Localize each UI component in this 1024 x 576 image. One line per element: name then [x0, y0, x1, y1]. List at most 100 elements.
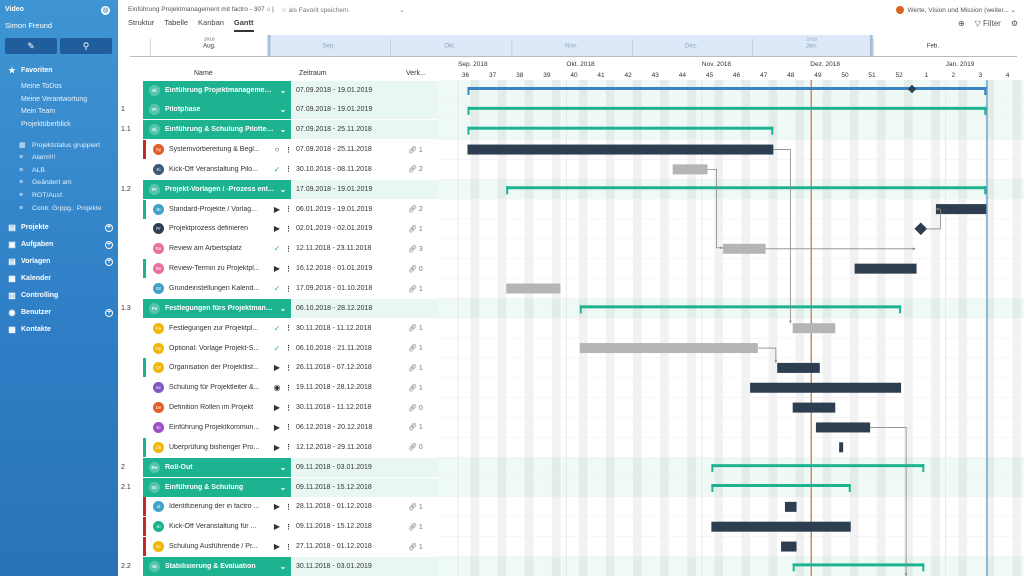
- task-name-cell[interactable]: Sy Systemvorbereitung & Begl... ○ ⋮: [143, 140, 292, 159]
- add-icon[interactable]: +: [105, 257, 113, 266]
- search-button[interactable]: ⚲: [60, 38, 112, 54]
- link-count[interactable]: 🔗︎ 1: [408, 543, 423, 551]
- task-name-cell[interactable]: Ki Kick-Off Veranstaltung Pilo... ✓ ⋮: [143, 160, 292, 179]
- table-row[interactable]: De Definition Rollen im Projekt ▶ ⋮ 30.11.20…: [118, 398, 438, 418]
- task-name-cell[interactable]: De Definition Rollen im Projekt ▶ ⋮: [143, 398, 292, 417]
- more-options-icon[interactable]: ⋮: [285, 265, 292, 273]
- table-row[interactable]: Op Optional: Vorlage Projekt-S... ✓ ⋮ 06.10.…: [118, 338, 438, 358]
- chevron-down-icon[interactable]: ⌄: [275, 105, 291, 114]
- link-count[interactable]: 🔗︎ 0: [408, 404, 423, 412]
- task-name-cell[interactable]: St Standard-Projekte / Vorlag... ▶ ⋮: [143, 200, 292, 219]
- sidebar-favorite-item[interactable]: Mein Team: [21, 108, 55, 115]
- link-count[interactable]: 🔗︎ 1: [408, 324, 423, 332]
- chevron-down-icon[interactable]: ⌄: [275, 463, 291, 472]
- chevron-down-icon[interactable]: ⌄: [275, 562, 291, 571]
- table-row[interactable]: Ei Einführung Projektkommun... ▶ ⋮ 06.12.201…: [118, 417, 438, 437]
- add-icon[interactable]: +: [105, 308, 113, 317]
- gantt-bar-group[interactable]: [711, 464, 925, 468]
- table-row[interactable]: Sc Schulung Ausführende / Pr... ▶ ⋮ 27.11.20…: [118, 537, 438, 557]
- sidebar-section-vorlagen[interactable]: ▤ Vorlagen +: [7, 257, 113, 266]
- play-icon[interactable]: ▶: [269, 522, 285, 531]
- timeline-handle-left[interactable]: [267, 35, 271, 56]
- sidebar-saved-view[interactable]: ▦ Projektstatus gruppiert: [19, 141, 100, 150]
- table-row[interactable]: 1.1 Ei Einführung & Schulung Pilotteam ⌄ 07.…: [118, 120, 438, 140]
- task-name-cell[interactable]: Üb Überprüfung bisheriger Pro... ▶ ⋮: [143, 438, 292, 457]
- sidebar-section-benutzer[interactable]: ◉ Benutzer +: [7, 308, 113, 317]
- done-check-icon[interactable]: ✓: [269, 284, 285, 293]
- tab-kanban[interactable]: Kanban: [198, 18, 224, 32]
- gantt-bar-group[interactable]: [467, 126, 774, 130]
- link-count[interactable]: 🔗︎ 2: [408, 205, 423, 213]
- table-row[interactable]: Re Review-Termin zu Projektpl... ▶ ⋮ 16.12.2…: [118, 259, 438, 279]
- gantt-bar-task[interactable]: [723, 243, 766, 254]
- table-row[interactable]: Üb Überprüfung bisheriger Pro... ▶ ⋮ 12.12.2…: [118, 437, 438, 457]
- table-row[interactable]: Ki Kick-Off Veranstaltung für ... ▶ ⋮ 09.11.…: [118, 517, 438, 537]
- gantt-bar-task[interactable]: [815, 422, 871, 433]
- more-options-icon[interactable]: ⋮: [285, 165, 292, 173]
- task-name-cell[interactable]: Ei Einführung & Schulung ⌄: [143, 477, 291, 497]
- add-circle-icon[interactable]: ⊕: [958, 19, 965, 28]
- task-name-cell[interactable]: Sc Schulung Ausführende / Pr... ▶ ⋮: [143, 537, 292, 556]
- link-count[interactable]: 🔗︎ 1: [408, 503, 423, 511]
- sidebar-saved-view[interactable]: ≡ Contr. Grppg.: Projekte: [19, 205, 102, 212]
- gantt-bar-task[interactable]: [935, 204, 987, 215]
- table-row[interactable]: St Standard-Projekte / Vorlag... ▶ ⋮ 06.01.2…: [118, 199, 438, 219]
- task-name-cell[interactable]: St Stabilisierung & Evaluation ⌄: [143, 556, 291, 576]
- table-row[interactable]: 2 Ro Roll-Out ⌄ 09.11.2018 - 03.01.2019: [118, 457, 438, 477]
- task-name-cell[interactable]: Ei Einführung & Schulung Pilotteam ⌄: [143, 120, 291, 140]
- done-check-icon[interactable]: ✓: [269, 165, 285, 174]
- task-name-cell[interactable]: Re Review-Termin zu Projektpl... ▶ ⋮: [143, 259, 292, 278]
- gantt-bar-task[interactable]: [506, 283, 561, 294]
- sidebar-saved-view[interactable]: ≡ ALB: [19, 167, 45, 174]
- filter-button[interactable]: ▽ Filter: [975, 19, 1001, 28]
- edit-button[interactable]: ✎: [5, 38, 57, 54]
- play-icon[interactable]: ▶: [269, 423, 285, 432]
- done-check-icon[interactable]: ✓: [269, 244, 285, 253]
- link-count[interactable]: 🔗︎ 1: [408, 225, 423, 233]
- table-row[interactable]: Sc Schulung für Projektleiter &... ◉ ⋮ 19.11…: [118, 378, 438, 398]
- play-icon[interactable]: ▶: [269, 264, 285, 273]
- task-name-cell[interactable]: Ei Einführung Projektkommun... ▶ ⋮: [143, 418, 292, 437]
- open-circle-icon[interactable]: ○: [269, 145, 285, 154]
- milestone-diamond[interactable]: [914, 222, 928, 236]
- more-options-icon[interactable]: ⋮: [285, 443, 292, 451]
- task-name-cell[interactable]: Ei Einführung Projektmanagement ... ⌄: [143, 80, 291, 100]
- sidebar-favorite-item[interactable]: Meine Verantwortung: [21, 96, 87, 103]
- more-options-icon[interactable]: ⋮: [285, 543, 292, 551]
- gantt-bar-group[interactable]: [579, 305, 902, 309]
- task-name-cell[interactable]: Fe Festlegungen zur Projektpl... ✓ ⋮: [143, 319, 292, 338]
- play-icon[interactable]: ▶: [269, 224, 285, 233]
- more-options-icon[interactable]: ⋮: [285, 384, 292, 392]
- link-count[interactable]: 🔗︎ 2: [408, 165, 423, 173]
- more-options-icon[interactable]: ⋮: [285, 523, 292, 531]
- gantt-bar-task[interactable]: [777, 362, 820, 373]
- table-row[interactable]: Gr Grundeinstellungen Kalend... ✓ ⋮ 17.09.20…: [118, 279, 438, 299]
- chevron-down-icon[interactable]: ⌄: [275, 304, 291, 313]
- task-name-cell[interactable]: Ro Roll-Out ⌄: [143, 457, 291, 477]
- link-count[interactable]: 🔗︎ 1: [408, 146, 423, 154]
- link-count[interactable]: 🔗︎ 3: [408, 245, 423, 253]
- more-options-icon[interactable]: ⋮: [285, 205, 292, 213]
- tab-tabelle[interactable]: Tabelle: [164, 18, 188, 32]
- timeline-handle-right[interactable]: [869, 35, 873, 56]
- chevron-down-icon[interactable]: ⌄: [275, 125, 291, 134]
- more-options-icon[interactable]: ⋮: [285, 324, 292, 332]
- table-row[interactable]: 1 Pi Pilotphase ⌄ 07.09.2018 - 19.01.2019: [118, 100, 438, 120]
- link-count[interactable]: 🔗︎ 1: [408, 384, 423, 392]
- more-options-icon[interactable]: ⋮: [285, 364, 292, 372]
- gantt-bar-task[interactable]: [467, 144, 774, 155]
- favorite-button[interactable]: ☆ als Favorit speichern ⌄: [281, 6, 405, 14]
- table-row[interactable]: Pr Projektprozess definieren ▶ ⋮ 02.01.2019 …: [118, 219, 438, 239]
- link-count[interactable]: 🔗︎ 1: [408, 423, 423, 431]
- chevron-down-icon[interactable]: ⌄: [399, 7, 404, 14]
- task-name-cell[interactable]: Id Identifizierung der in factro ... ▶ ⋮: [143, 497, 292, 516]
- more-options-icon[interactable]: ⋮: [285, 423, 292, 431]
- table-row[interactable]: Fe Festlegungen zur Projektpl... ✓ ⋮ 30.11.2…: [118, 318, 438, 338]
- table-row[interactable]: 1.2 Pr Projekt-Vorlagen / -Prozess ent... ⌄…: [118, 179, 438, 199]
- tab-gantt[interactable]: Gantt: [233, 18, 254, 32]
- sidebar-saved-view[interactable]: ≡ Geändert am: [19, 179, 72, 186]
- play-icon[interactable]: ▶: [269, 363, 285, 372]
- link-count[interactable]: 🔗︎ 0: [408, 265, 423, 273]
- eye-icon[interactable]: ◉: [269, 383, 285, 392]
- sidebar-favorites[interactable]: ★ Favoriten: [7, 66, 113, 75]
